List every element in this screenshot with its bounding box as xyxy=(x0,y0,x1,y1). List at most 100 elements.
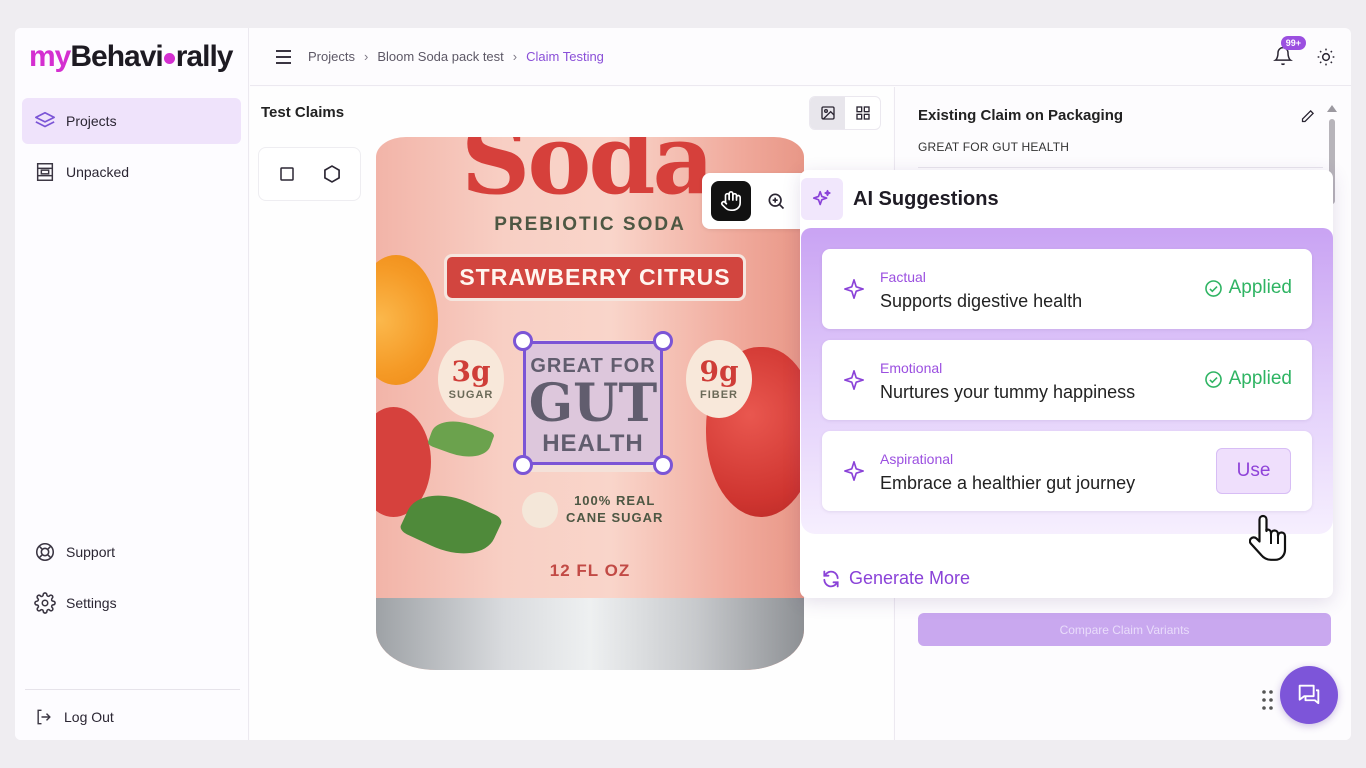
sparkle-icon xyxy=(844,370,864,390)
cane-sugar-icon xyxy=(522,492,558,528)
logout-label: Log Out xyxy=(64,709,114,725)
can-volume: 12 FL OZ xyxy=(549,561,631,580)
sidebar-item-label: Unpacked xyxy=(66,164,130,180)
breadcrumb-current: Claim Testing xyxy=(526,49,604,64)
drag-handle-icon[interactable] xyxy=(1262,690,1274,710)
sidebar-divider xyxy=(25,689,240,690)
cane-line-1: 100% REAL xyxy=(574,493,656,509)
divider xyxy=(918,167,1323,168)
generate-more-label: Generate More xyxy=(849,568,971,588)
grid-icon xyxy=(855,106,870,120)
sparkle-icon xyxy=(844,461,864,481)
cane-line-2: CANE SUGAR xyxy=(566,510,664,525)
chat-bubbles-icon xyxy=(1298,684,1320,705)
suggestion-card[interactable]: Factual Supports digestive health Applie… xyxy=(822,249,1312,329)
applied-status: Applied xyxy=(1204,277,1292,299)
breadcrumb-projects[interactable]: Projects xyxy=(308,49,355,64)
suggestion-category: Factual xyxy=(880,269,926,285)
generate-more-button[interactable]: Generate More xyxy=(821,568,970,589)
sun-theme-icon[interactable] xyxy=(1316,47,1336,67)
hand-icon xyxy=(720,191,741,211)
applied-label: Applied xyxy=(1228,368,1292,389)
hamburger-menu-icon[interactable] xyxy=(276,49,294,64)
sidebar-item-label: Support xyxy=(66,544,116,560)
hand-pointer-cursor-icon xyxy=(1249,514,1287,561)
suggestion-text: Nurtures your tummy happiness xyxy=(880,382,1136,402)
can-metal-base xyxy=(376,598,804,670)
layers-icon xyxy=(35,111,55,128)
logout-icon xyxy=(37,709,51,725)
resize-handle-top-right[interactable] xyxy=(653,331,673,351)
compare-claim-variants-button[interactable]: Compare Claim Variants xyxy=(918,613,1331,646)
polygon-tool-button[interactable] xyxy=(314,156,350,192)
scroll-up-arrow[interactable] xyxy=(1327,105,1337,112)
existing-claim-text: GREAT FOR GUT HEALTH xyxy=(918,140,1070,154)
breadcrumb-project[interactable]: Bloom Soda pack test xyxy=(377,49,503,64)
claim-selection-box[interactable] xyxy=(523,341,663,465)
sidebar-item-label: Settings xyxy=(66,595,117,611)
canvas-area: Test Claims Soda PREBIOTIC SODA STRAWBER… xyxy=(250,87,895,740)
leaf-illustration xyxy=(426,412,496,466)
use-suggestion-button[interactable]: Use xyxy=(1216,448,1291,494)
fiber-stat: 9g FIBER xyxy=(686,340,752,418)
sidebar-item-label: Projects xyxy=(66,113,117,129)
sparkles-icon xyxy=(812,189,831,206)
suggestions-list: Factual Supports digestive health Applie… xyxy=(801,228,1333,534)
suggestion-text: Embrace a healthier gut journey xyxy=(880,473,1136,493)
breadcrumb: Projects › Bloom Soda pack test › Claim … xyxy=(308,49,604,64)
suggestion-card[interactable]: Aspirational Embrace a healthier gut jou… xyxy=(822,431,1312,511)
orange-slice-illustration xyxy=(376,255,438,385)
existing-claim-title: Existing Claim on Packaging xyxy=(918,107,1124,124)
suggestion-text: Supports digestive health xyxy=(880,291,1083,311)
chevron-right-icon: › xyxy=(363,49,369,64)
zoom-in-button[interactable] xyxy=(756,181,796,221)
resize-handle-top-left[interactable] xyxy=(513,331,533,351)
rectangle-tool-button[interactable] xyxy=(269,156,305,192)
square-icon xyxy=(280,167,294,181)
image-view-button[interactable] xyxy=(810,97,845,129)
sidebar-item-unpacked[interactable]: Unpacked xyxy=(22,149,241,195)
ai-suggestions-header: AI Suggestions xyxy=(800,170,1333,228)
package-layout-icon xyxy=(36,163,54,181)
suggestion-category: Aspirational xyxy=(880,451,954,467)
image-icon xyxy=(820,106,835,120)
ai-suggestions-title: AI Suggestions xyxy=(853,187,999,210)
sugar-stat: 3g SUGAR xyxy=(438,340,504,418)
suggestion-category: Emotional xyxy=(880,360,943,376)
can-brand: Soda xyxy=(461,137,715,216)
suggestion-card[interactable]: Emotional Nurtures your tummy happiness … xyxy=(822,340,1312,420)
notification-badge: 99+ xyxy=(1280,36,1306,50)
sidebar-item-projects[interactable]: Projects xyxy=(22,98,241,144)
resize-handle-bottom-left[interactable] xyxy=(513,455,533,475)
applied-status: Applied xyxy=(1204,368,1292,390)
grid-view-button[interactable] xyxy=(845,97,880,129)
hexagon-icon xyxy=(323,165,340,183)
gear-icon xyxy=(34,592,56,614)
logo: myBehavi rally xyxy=(29,40,233,73)
resize-handle-bottom-right[interactable] xyxy=(653,455,673,475)
cane-sugar-claim: 100% REAL CANE SUGAR xyxy=(522,492,663,528)
sidebar-item-settings[interactable]: Settings xyxy=(22,580,241,626)
pencil-icon[interactable] xyxy=(1300,109,1315,124)
pan-tool-button[interactable] xyxy=(710,181,751,221)
lifebuoy-icon xyxy=(35,542,55,562)
sidebar: myBehavi rally Projects Unpacked Support … xyxy=(15,28,249,740)
chat-support-button[interactable] xyxy=(1280,666,1338,724)
check-circle-icon xyxy=(1204,370,1222,388)
page-title: Test Claims xyxy=(261,104,345,121)
sparkle-icon xyxy=(844,279,864,299)
top-header: Projects › Bloom Soda pack test › Claim … xyxy=(250,28,1351,86)
applied-label: Applied xyxy=(1228,277,1292,298)
zoom-in-icon xyxy=(768,193,784,210)
sidebar-item-support[interactable]: Support xyxy=(22,529,241,575)
compare-label: Compare Claim Variants xyxy=(1059,622,1190,637)
can-flavor-banner: STRAWBERRY CITRUS xyxy=(444,254,746,301)
check-circle-icon xyxy=(1204,279,1222,297)
logo-dot xyxy=(163,52,175,64)
logout-button[interactable]: Log Out xyxy=(22,694,241,740)
view-toggle xyxy=(809,96,881,130)
shape-toolbar xyxy=(258,147,361,201)
ai-sparkles-icon-box xyxy=(801,178,843,220)
refresh-icon xyxy=(823,570,839,587)
chevron-right-icon: › xyxy=(512,49,518,64)
